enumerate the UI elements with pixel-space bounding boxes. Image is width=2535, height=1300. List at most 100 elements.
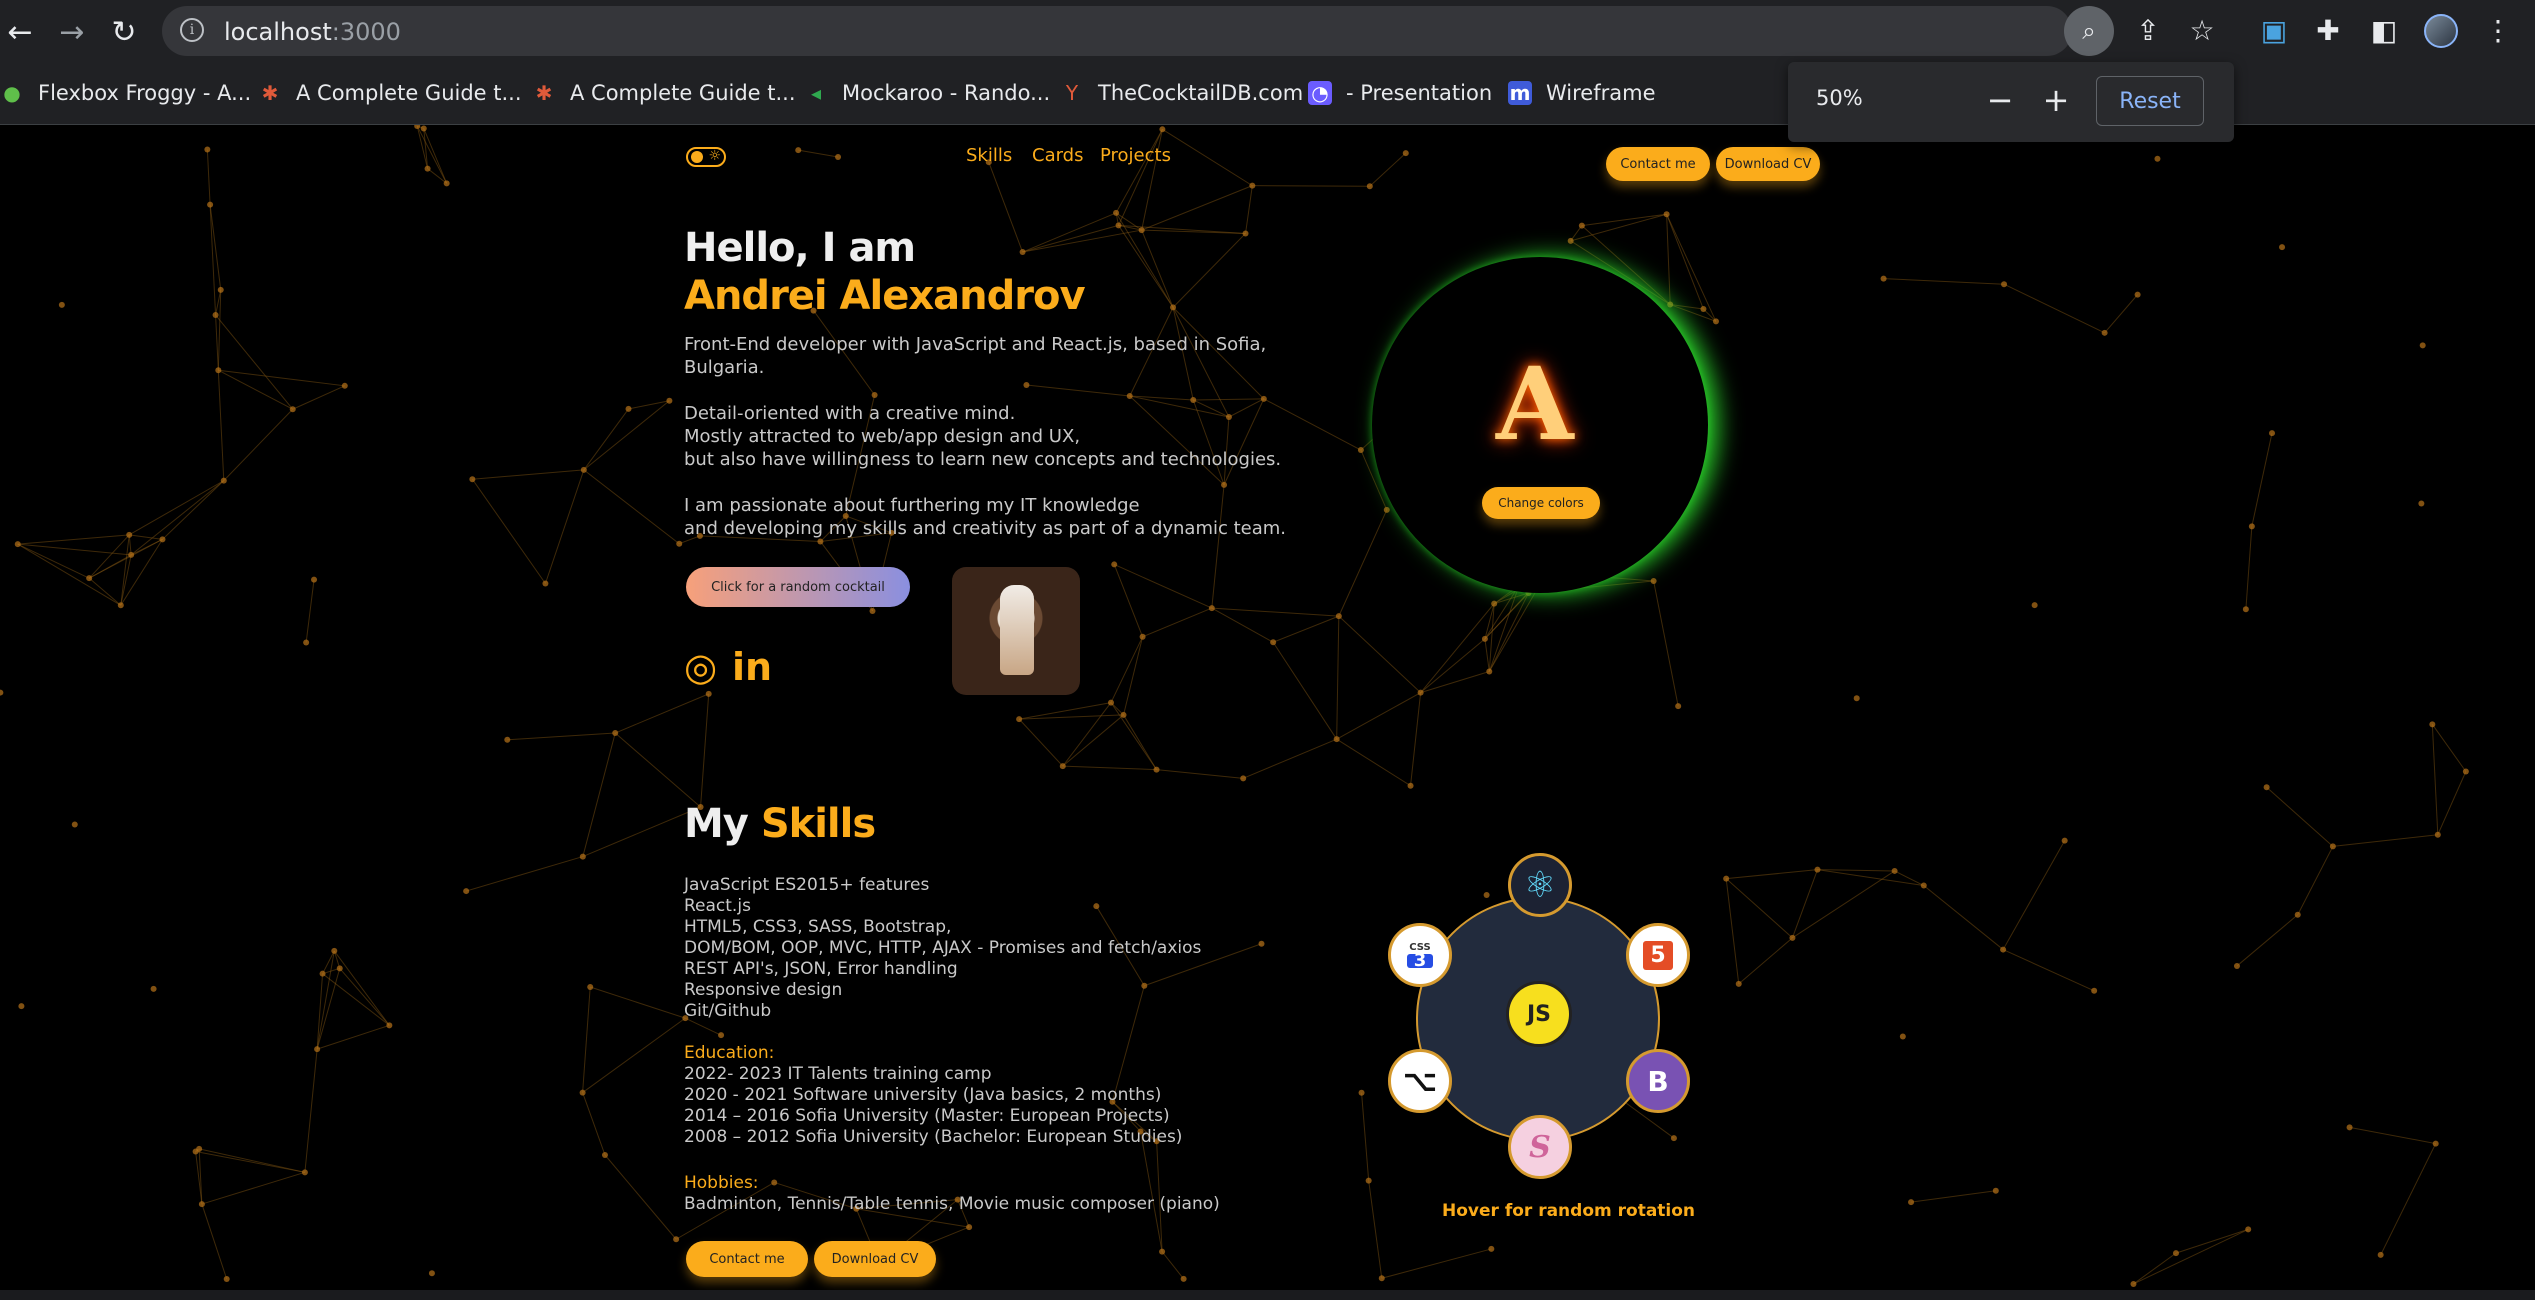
nav-contact-button[interactable]: Contact me	[1606, 147, 1710, 181]
side-panel-icon[interactable]: ◧	[2366, 12, 2402, 48]
network-node	[71, 821, 78, 828]
network-link	[88, 534, 130, 579]
share-icon[interactable]: ⇪	[2130, 12, 2166, 48]
network-node	[871, 391, 878, 398]
network-link	[130, 480, 225, 556]
bootstrap-icon[interactable]: B	[1626, 1049, 1690, 1113]
extensions-puzzle-icon[interactable]: ✚	[2310, 12, 2346, 48]
nav-link-cards[interactable]: Cards	[1032, 145, 1084, 166]
network-link	[2380, 1143, 2437, 1256]
download-cv-button[interactable]: Download CV	[814, 1241, 936, 1277]
url-text: localhost:3000	[224, 18, 401, 46]
network-node	[1378, 1275, 1385, 1282]
react-icon[interactable]: ⚛	[1508, 853, 1572, 917]
html5-icon[interactable]: 5	[1626, 923, 1690, 987]
zoom-reset-button[interactable]: Reset	[2096, 76, 2204, 126]
network-link	[2349, 1126, 2436, 1145]
network-link	[2431, 724, 2467, 772]
network-node	[2418, 500, 2425, 507]
css3-icon[interactable]: CSS 3	[1388, 923, 1452, 987]
network-node	[1335, 613, 1342, 620]
network-node	[835, 154, 842, 161]
network-node	[1115, 222, 1122, 229]
network-link	[2002, 949, 2095, 992]
linkedin-icon[interactable]: in	[732, 645, 772, 689]
network-node	[463, 888, 470, 895]
zoom-in-button[interactable]: +	[2038, 82, 2074, 118]
education-label: Education:	[684, 1043, 775, 1063]
network-link	[209, 204, 217, 316]
nav-link-projects[interactable]: Projects	[1100, 145, 1171, 166]
reload-icon[interactable]: ↻	[104, 12, 144, 52]
network-node	[1270, 639, 1277, 646]
javascript-icon[interactable]: JS	[1506, 981, 1572, 1047]
network-node	[420, 125, 427, 132]
network-node	[1789, 934, 1796, 941]
nav-link-skills[interactable]: Skills	[966, 145, 1012, 166]
sass-icon[interactable]: S	[1508, 1115, 1572, 1179]
network-link	[2133, 1228, 2249, 1285]
network-node	[2263, 784, 2270, 791]
network-node	[2377, 1251, 2384, 1258]
network-link	[582, 806, 701, 858]
network-node	[1700, 306, 1707, 313]
change-colors-button[interactable]: Change colors	[1482, 487, 1600, 519]
network-link	[1019, 702, 1112, 720]
bio-line: Detail-oriented with a creative mind.	[684, 403, 1016, 424]
network-link	[1022, 224, 1119, 253]
network-node	[2031, 602, 2038, 609]
bookmark-wireframe[interactable]: m Wireframe	[1508, 76, 1656, 110]
bookmark-flexbox-froggy[interactable]: ● Flexbox Froggy - A...	[0, 76, 251, 110]
education-item: 2020 - 2021 Software university (Java ba…	[684, 1085, 1162, 1105]
network-link	[472, 469, 584, 480]
forward-arrow-icon[interactable]: →	[52, 12, 92, 52]
network-link	[1666, 214, 1704, 310]
network-link	[1141, 229, 1174, 308]
zoom-out-button[interactable]: −	[1982, 82, 2018, 118]
random-cocktail-button[interactable]: Click for a random cocktail	[686, 567, 910, 607]
address-bar[interactable]: i localhost:3000	[162, 6, 2072, 56]
github-icon[interactable]: ⌥	[1388, 1049, 1452, 1113]
bottom-taskbar-edge	[0, 1290, 2535, 1300]
screen-capture-extension-icon[interactable]: ▣	[2256, 12, 2292, 48]
network-link	[614, 732, 701, 808]
network-node	[220, 477, 227, 484]
bookmark-complete-guide-1[interactable]: ✱ A Complete Guide t...	[258, 76, 522, 110]
nav-download-cv-button[interactable]: Download CV	[1716, 147, 1820, 181]
network-node	[1170, 304, 1177, 311]
network-node	[1488, 1245, 1495, 1252]
site-info-icon[interactable]: i	[180, 18, 204, 42]
bookmark-star-icon[interactable]: ☆	[2184, 12, 2220, 48]
github-icon[interactable]: ◎	[684, 645, 717, 689]
bookmark-presentation[interactable]: ◔ - Presentation	[1308, 76, 1492, 110]
back-arrow-icon[interactable]: ←	[0, 12, 40, 52]
network-node	[2269, 430, 2276, 437]
bookmark-mockaroo[interactable]: ◂ Mockaroo - Rando...	[804, 76, 1050, 110]
network-node	[587, 984, 594, 991]
skill-item: Git/Github	[684, 1001, 772, 1021]
network-node	[966, 1224, 973, 1231]
network-node	[2242, 606, 2249, 613]
bookmark-cocktaildb[interactable]: Y TheCocktailDB.com	[1060, 76, 1303, 110]
network-link	[1792, 870, 1895, 939]
network-node	[386, 1022, 393, 1029]
zoom-magnifier-icon[interactable]: ⌕	[2064, 6, 2114, 56]
network-node	[414, 125, 421, 130]
contact-me-button[interactable]: Contact me	[686, 1241, 808, 1277]
network-node	[212, 312, 219, 319]
skill-item: React.js	[684, 896, 751, 916]
skills-title-highlight: Skills	[760, 801, 876, 847]
network-node	[150, 985, 157, 992]
network-link	[1272, 615, 1340, 643]
menu-kebab-icon[interactable]: ⋮	[2480, 12, 2516, 48]
network-link	[1110, 702, 1157, 770]
skill-item: JavaScript ES2015+ features	[684, 875, 930, 895]
network-link	[1338, 509, 1388, 617]
network-link	[1018, 718, 1064, 767]
theme-toggle[interactable]: ☼	[686, 147, 726, 167]
network-link	[292, 385, 345, 410]
network-link	[333, 950, 390, 1026]
bookmark-complete-guide-2[interactable]: ✱ A Complete Guide t...	[532, 76, 796, 110]
profile-avatar[interactable]	[2424, 14, 2458, 48]
network-node	[1138, 227, 1145, 234]
